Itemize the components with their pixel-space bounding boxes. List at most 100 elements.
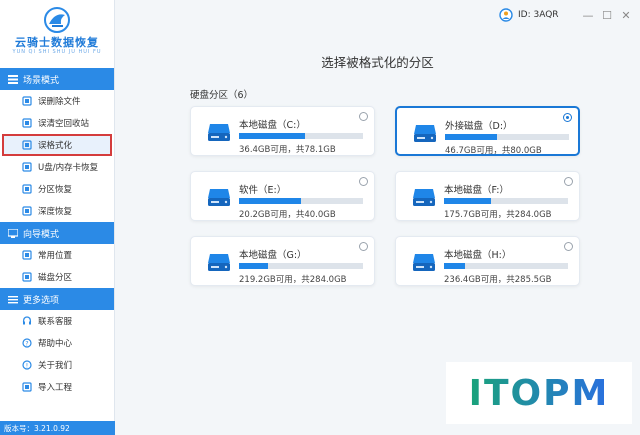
usage-bar-fill bbox=[444, 198, 492, 204]
partition-size: 219.2GB可用，共284.0GB bbox=[239, 275, 347, 285]
itopm-watermark: ITOPM bbox=[446, 362, 632, 424]
title-bar: ID: 3AQR — ☐ ✕ bbox=[115, 0, 640, 34]
info-icon: ! bbox=[22, 360, 32, 370]
partition-name: 外接磁盘（D:） bbox=[445, 121, 513, 132]
partition-section-label: 硬盘分区（6） bbox=[190, 90, 254, 101]
recycle-bin-icon bbox=[22, 118, 32, 128]
hard-disk-icon bbox=[414, 125, 436, 142]
sidebar-item-label: U盘/内存卡恢复 bbox=[38, 163, 99, 173]
partition-icon bbox=[22, 184, 32, 194]
sidebar-item-label: 误删除文件 bbox=[38, 97, 81, 107]
partition-card[interactable]: 本地磁盘（C:） 36.4GB可用，共78.1GB bbox=[190, 106, 375, 156]
section-header-1: 向导模式 bbox=[0, 222, 114, 244]
sidebar-item-0-3[interactable]: U盘/内存卡恢复 bbox=[0, 156, 114, 178]
sidebar-item-label: 帮助中心 bbox=[38, 339, 73, 349]
menu-icon bbox=[8, 295, 18, 304]
hard-disk-icon bbox=[208, 124, 230, 141]
user-id-label: ID: 3AQR bbox=[518, 10, 559, 20]
usage-bar-fill bbox=[239, 198, 301, 204]
deep-scan-icon bbox=[22, 206, 32, 216]
partition-size: 46.7GB可用，共80.0GB bbox=[445, 146, 542, 156]
partition-size: 20.2GB可用，共40.0GB bbox=[239, 210, 336, 220]
brand-logo: 云骑士数据恢复 YUN QI SHI SHU JU HUI FU bbox=[0, 0, 114, 68]
disk-partition-icon bbox=[22, 272, 32, 282]
usage-bar bbox=[239, 198, 363, 204]
app-window: 云骑士数据恢复 YUN QI SHI SHU JU HUI FU 场景模式误删除… bbox=[0, 0, 640, 435]
import-icon bbox=[22, 382, 32, 392]
hard-disk-icon bbox=[208, 254, 230, 271]
usage-bar bbox=[239, 133, 363, 139]
usb-drive-icon bbox=[22, 162, 32, 172]
sidebar-item-2-0[interactable]: 联系客服 bbox=[0, 310, 114, 332]
sidebar-item-2-3[interactable]: 导入工程 bbox=[0, 376, 114, 398]
section-header-label: 向导模式 bbox=[23, 229, 60, 240]
partition-name: 本地磁盘（H:） bbox=[444, 250, 512, 261]
section-header-2: 更多选项 bbox=[0, 288, 114, 310]
user-id-area[interactable]: ID: 3AQR bbox=[499, 8, 559, 22]
sidebar-item-label: 常用位置 bbox=[38, 251, 73, 261]
version-label: 版本号：3.21.0.92 bbox=[0, 421, 115, 435]
sidebar-item-label: 深度恢复 bbox=[38, 207, 73, 217]
sidebar-item-0-0[interactable]: 误删除文件 bbox=[0, 90, 114, 112]
sidebar-item-2-2[interactable]: ! 关于我们 bbox=[0, 354, 114, 376]
sidebar-item-2-1[interactable]: ? 帮助中心 bbox=[0, 332, 114, 354]
user-badge-icon bbox=[499, 8, 513, 22]
partition-radio[interactable] bbox=[359, 177, 368, 186]
sidebar-item-1-1[interactable]: 磁盘分区 bbox=[0, 266, 114, 288]
sidebar-nav: 场景模式误删除文件误清空回收站 误格式化 U盘/内存卡恢复 分区恢复深度恢复向导模式常… bbox=[0, 68, 114, 398]
list-icon bbox=[8, 74, 18, 84]
usage-bar-fill bbox=[239, 263, 268, 269]
sidebar-item-label: 磁盘分区 bbox=[38, 273, 73, 283]
partition-name: 本地磁盘（C:） bbox=[239, 120, 306, 131]
partition-card[interactable]: 本地磁盘（H:） 236.4GB可用，共285.5GB bbox=[395, 236, 580, 286]
sidebar-item-0-1[interactable]: 误清空回收站 bbox=[0, 112, 114, 134]
hard-disk-icon bbox=[413, 254, 435, 271]
knight-logo-icon bbox=[44, 7, 70, 33]
usage-bar bbox=[239, 263, 363, 269]
sidebar-item-0-2[interactable]: 误格式化 bbox=[2, 134, 112, 156]
hard-disk-icon bbox=[413, 189, 435, 206]
guide-icon bbox=[7, 227, 19, 238]
partition-size: 36.4GB可用，共78.1GB bbox=[239, 145, 336, 155]
sidebar-item-label: 联系客服 bbox=[38, 317, 73, 327]
partition-card[interactable]: 外接磁盘（D:） 46.7GB可用，共80.0GB bbox=[395, 106, 580, 156]
sidebar-item-1-0[interactable]: 常用位置 bbox=[0, 244, 114, 266]
partition-radio[interactable] bbox=[359, 242, 368, 251]
sidebar-item-label: 导入工程 bbox=[38, 383, 73, 393]
headset-icon bbox=[22, 316, 32, 326]
maximize-button[interactable]: ☐ bbox=[601, 10, 613, 22]
sidebar-item-0-5[interactable]: 深度恢复 bbox=[0, 200, 114, 222]
usage-bar bbox=[444, 263, 568, 269]
format-disk-icon bbox=[22, 140, 32, 150]
usage-bar-fill bbox=[445, 134, 498, 140]
sidebar-item-label: 分区恢复 bbox=[38, 185, 73, 195]
partition-name: 软件（E:） bbox=[239, 185, 287, 196]
minimize-button[interactable]: — bbox=[582, 10, 594, 22]
brand-subtitle: YUN QI SHI SHU JU HUI FU bbox=[12, 49, 102, 55]
partition-radio[interactable] bbox=[564, 242, 573, 251]
help-icon: ? bbox=[22, 338, 32, 348]
partition-card[interactable]: 软件（E:） 20.2GB可用，共40.0GB bbox=[190, 171, 375, 221]
location-icon bbox=[22, 250, 32, 260]
partition-card[interactable]: 本地磁盘（F:） 175.7GB可用，共284.0GB bbox=[395, 171, 580, 221]
section-header-0: 场景模式 bbox=[0, 68, 114, 90]
partition-size: 175.7GB可用，共284.0GB bbox=[444, 210, 552, 220]
sidebar-item-label: 误格式化 bbox=[38, 141, 73, 151]
sidebar-item-label: 误清空回收站 bbox=[38, 119, 90, 129]
partition-radio[interactable] bbox=[564, 177, 573, 186]
partition-radio[interactable] bbox=[359, 112, 368, 121]
sidebar-item-label: 关于我们 bbox=[38, 361, 73, 371]
partition-radio[interactable] bbox=[563, 113, 572, 122]
section-header-label: 场景模式 bbox=[23, 75, 60, 86]
file-delete-icon bbox=[22, 96, 32, 106]
partition-card[interactable]: 本地磁盘（G:） 219.2GB可用，共284.0GB bbox=[190, 236, 375, 286]
usage-bar-fill bbox=[444, 263, 466, 269]
sidebar-item-0-4[interactable]: 分区恢复 bbox=[0, 178, 114, 200]
usage-bar-fill bbox=[239, 133, 305, 139]
page-title: 选择被格式化的分区 bbox=[321, 55, 434, 70]
usage-bar bbox=[444, 198, 568, 204]
svg-text:!: ! bbox=[26, 363, 28, 370]
usage-bar bbox=[445, 134, 569, 140]
svg-text:?: ? bbox=[25, 341, 28, 348]
close-button[interactable]: ✕ bbox=[620, 10, 632, 22]
